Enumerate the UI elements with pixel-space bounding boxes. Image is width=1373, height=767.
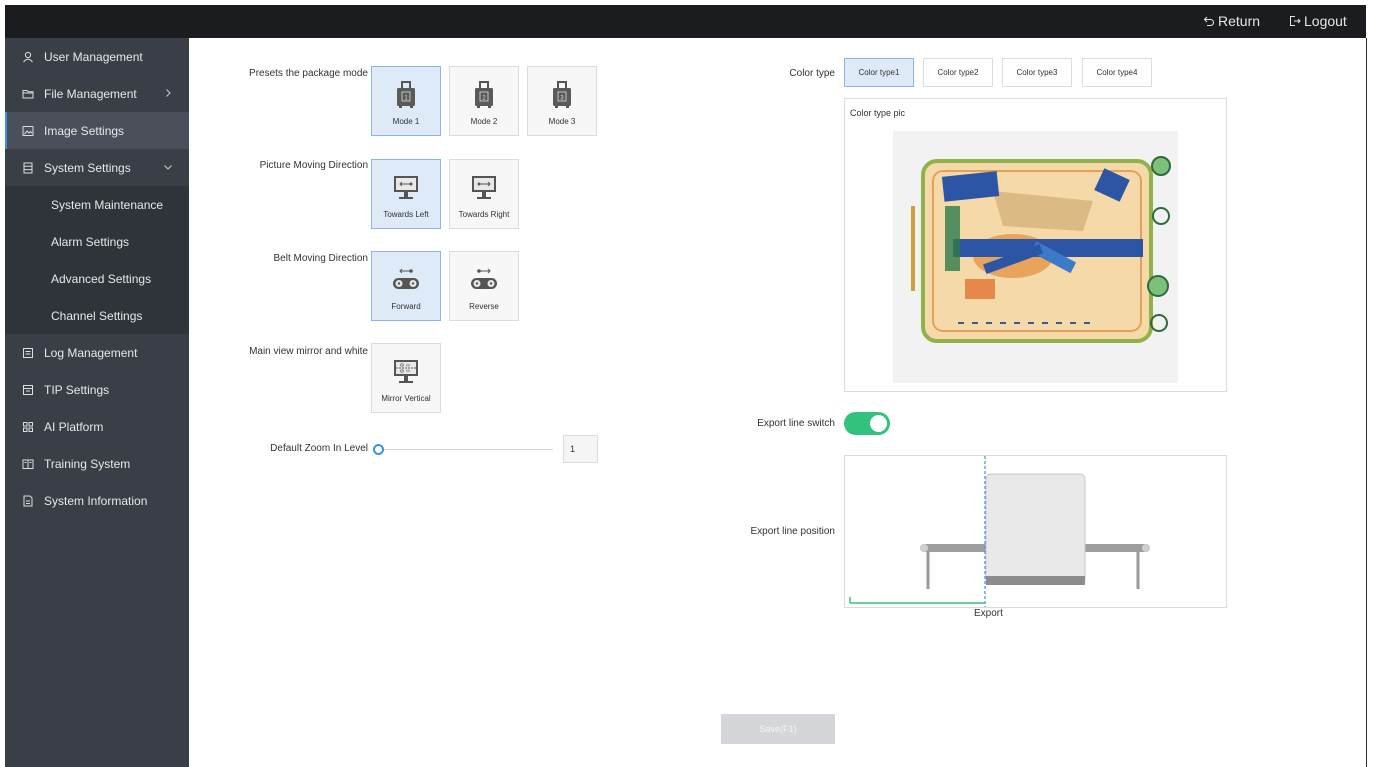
sidebar-subitem-label: System Maintenance	[51, 197, 164, 212]
list-icon	[22, 162, 34, 174]
sidebar-item-training-system[interactable]: Training System	[5, 445, 189, 482]
image-icon	[22, 125, 34, 137]
logout-label: Logout	[1304, 13, 1347, 29]
forward-option[interactable]: Forward	[371, 251, 441, 321]
mode-3-label: Mode 3	[548, 117, 576, 126]
sidebar-subitem-alarm-settings[interactable]: Alarm Settings	[5, 223, 189, 260]
mode-2-option[interactable]: 2 Mode 2	[449, 66, 519, 136]
towards-left-option[interactable]: Towards Left	[371, 159, 441, 229]
user-icon	[22, 51, 34, 63]
picture-direction-label: Picture Moving Direction	[259, 160, 368, 171]
sidebar-item-label: TIP Settings	[44, 382, 110, 397]
monitor-right-icon	[468, 169, 500, 205]
sidebar-item-label: Image Settings	[44, 123, 125, 138]
sidebar-subitem-system-maintenance[interactable]: System Maintenance	[5, 186, 189, 223]
sidebar-item-label: System Settings	[44, 160, 131, 175]
color-type-pic-title: Color type pic	[850, 108, 906, 118]
save-button[interactable]: Save(F1)	[721, 714, 835, 744]
export-line-toggle[interactable]	[844, 412, 890, 435]
mirror-vertical-option[interactable]: Mirror Vertical	[371, 343, 441, 413]
zoom-slider-thumb[interactable]	[373, 444, 384, 455]
sidebar-item-label: Training System	[44, 456, 131, 471]
color-type1-button[interactable]: Color type1	[844, 58, 914, 87]
sidebar-subitem-label: Advanced Settings	[51, 271, 152, 286]
top-bar: Return Logout	[5, 5, 1366, 38]
towards-right-option[interactable]: Towards Right	[449, 159, 519, 229]
sidebar-item-system-information[interactable]: System Information	[5, 482, 189, 519]
towards-right-label: Towards Right	[458, 210, 510, 219]
log-icon	[22, 347, 34, 359]
reverse-option[interactable]: Reverse	[449, 251, 519, 321]
logout-button[interactable]: Logout	[1289, 13, 1347, 29]
monitor-left-icon	[390, 169, 422, 205]
luggage-icon: 3	[546, 76, 578, 112]
logout-icon	[1290, 16, 1301, 26]
sidebar-subitem-advanced-settings[interactable]: Advanced Settings	[5, 260, 189, 297]
grid-icon	[22, 421, 34, 433]
zoom-label: Default Zoom In Level	[270, 443, 368, 454]
package-mode-label: Presets the package mode	[249, 68, 368, 79]
xray-preview-image	[893, 131, 1178, 383]
color-type-label: Color type	[789, 68, 835, 79]
mode-1-label: Mode 1	[392, 117, 420, 126]
scanner-illustration	[849, 456, 1150, 607]
sidebar-subitem-label: Alarm Settings	[51, 234, 130, 249]
sidebar: User Management File Management Image Se…	[5, 38, 189, 767]
belt-forward-icon	[390, 261, 422, 297]
export-switch-label: Export line switch	[757, 418, 835, 429]
sidebar-subitem-label: Channel Settings	[51, 308, 143, 323]
color-type3-button[interactable]: Color type3	[1002, 58, 1072, 87]
sidebar-item-label: AI Platform	[44, 419, 104, 434]
sidebar-item-user-management[interactable]: User Management	[5, 38, 189, 75]
sidebar-item-tip-settings[interactable]: TIP Settings	[5, 371, 189, 408]
zoom-level-input[interactable]: 1	[563, 435, 598, 463]
return-icon	[1203, 16, 1214, 26]
forward-label: Forward	[391, 302, 421, 311]
mode-2-label: Mode 2	[470, 117, 498, 126]
sidebar-item-log-management[interactable]: Log Management	[5, 334, 189, 371]
sidebar-item-file-management[interactable]: File Management	[5, 75, 189, 112]
book-icon	[22, 458, 34, 470]
mode-3-option[interactable]: 3 Mode 3	[527, 66, 597, 136]
mirror-vertical-label: Mirror Vertical	[381, 394, 431, 403]
sidebar-subitem-channel-settings[interactable]: Channel Settings	[5, 297, 189, 334]
luggage-icon: 2	[468, 76, 500, 112]
chevron-right-icon	[166, 89, 171, 97]
right-edge-bar	[1366, 38, 1367, 767]
info-icon	[22, 495, 34, 507]
mirror-vertical-icon	[390, 353, 422, 389]
export-position-label: Export line position	[750, 526, 836, 537]
return-button[interactable]: Return	[1203, 13, 1260, 29]
toggle-knob	[870, 415, 887, 432]
return-label: Return	[1218, 13, 1261, 29]
sidebar-item-ai-platform[interactable]: AI Platform	[5, 408, 189, 445]
mirror-label: Main view mirror and white	[249, 346, 368, 357]
luggage-icon: 1	[390, 76, 422, 112]
sidebar-item-label: File Management	[44, 86, 137, 101]
reverse-label: Reverse	[469, 302, 499, 311]
color-type2-button[interactable]: Color type2	[923, 58, 993, 87]
belt-reverse-icon	[468, 261, 500, 297]
sidebar-item-label: User Management	[44, 49, 143, 64]
towards-left-label: Towards Left	[383, 210, 429, 219]
chevron-down-icon	[164, 165, 172, 170]
sidebar-item-label: System Information	[44, 493, 148, 508]
belt-direction-label: Belt Moving Direction	[273, 253, 368, 264]
mode-1-option[interactable]: 1 Mode 1	[371, 66, 441, 136]
export-caption: Export	[974, 608, 1003, 619]
color-type4-button[interactable]: Color type4	[1082, 58, 1152, 87]
folder-icon	[22, 88, 34, 100]
tip-icon	[22, 384, 34, 396]
sidebar-item-label: Log Management	[44, 345, 138, 360]
zoom-slider-track[interactable]	[380, 449, 553, 450]
sidebar-item-system-settings[interactable]: System Settings	[5, 149, 189, 186]
sidebar-item-image-settings[interactable]: Image Settings	[5, 112, 189, 149]
export-line-position-panel[interactable]	[844, 455, 1227, 608]
color-type-pic-panel: Color type pic	[844, 98, 1227, 392]
